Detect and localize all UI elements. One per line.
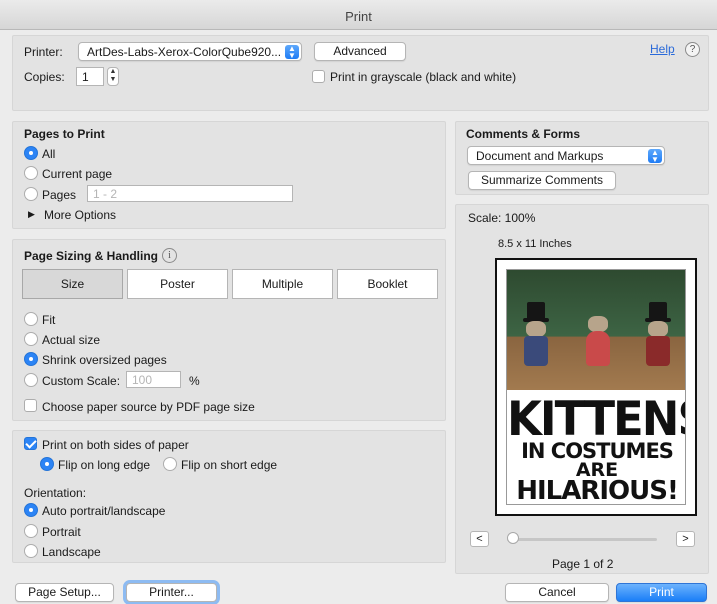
printer-value: ArtDes-Labs-Xerox-ColorQube920...	[87, 45, 282, 59]
poster-line: KITTENS	[507, 390, 685, 447]
page-sizing-panel	[12, 239, 446, 421]
scale-label: Scale: 100%	[468, 211, 536, 225]
printer-select[interactable]: ArtDes-Labs-Xerox-ColorQube920... ▲ ▼	[78, 42, 302, 61]
page-setup-button[interactable]: Page Setup...	[15, 583, 114, 602]
paper-source-checkbox[interactable]	[24, 399, 37, 412]
more-options-label[interactable]: More Options	[44, 208, 116, 222]
help-link[interactable]: Help	[650, 42, 675, 56]
paper-size-label: 8.5 x 11 Inches	[498, 238, 572, 250]
kitten-figure	[519, 302, 553, 374]
copies-input[interactable]: 1	[76, 67, 104, 86]
radio-pages[interactable]	[24, 187, 38, 201]
cancel-button[interactable]: Cancel	[505, 583, 609, 602]
radio-flip-short-edge-label: Flip on short edge	[181, 458, 278, 472]
paper-source-label: Choose paper source by PDF page size	[42, 400, 255, 414]
printer-button[interactable]: Printer...	[126, 583, 217, 602]
pages-range-placeholder: 1 - 2	[93, 187, 118, 201]
page-slider-knob[interactable]	[507, 532, 519, 544]
info-icon[interactable]: i	[162, 248, 177, 263]
radio-auto-orientation[interactable]	[24, 503, 38, 517]
pages-range-input[interactable]: 1 - 2	[87, 185, 293, 202]
radio-flip-short-edge[interactable]	[163, 457, 177, 471]
disclosure-triangle-icon[interactable]: ▶	[28, 209, 35, 220]
popup-arrows-icon: ▲ ▼	[285, 45, 299, 60]
radio-fit-label: Fit	[42, 313, 56, 327]
tab-poster[interactable]: Poster	[127, 269, 228, 299]
radio-auto-orientation-label: Auto portrait/landscape	[42, 504, 166, 518]
radio-all-label: All	[42, 147, 56, 161]
advanced-button[interactable]: Advanced	[314, 42, 406, 61]
radio-shrink-oversized[interactable]	[24, 352, 38, 366]
radio-portrait-label: Portrait	[42, 525, 81, 539]
print-button[interactable]: Print	[616, 583, 707, 602]
comments-forms-select[interactable]: Document and Markups ▲ ▼	[467, 146, 665, 165]
copies-label: Copies:	[24, 70, 65, 84]
page-slider-track[interactable]	[507, 538, 657, 541]
page-sizing-title: Page Sizing & Handling	[24, 249, 159, 263]
next-page-button[interactable]: >	[676, 531, 695, 547]
comments-forms-value: Document and Markups	[476, 149, 604, 163]
kittens-photo	[507, 270, 685, 390]
radio-custom-scale-label: Custom Scale:	[42, 374, 121, 388]
custom-scale-input[interactable]: 100	[126, 371, 181, 388]
radio-pages-label: Pages	[42, 188, 77, 202]
printer-label: Printer:	[24, 45, 63, 59]
radio-current-page[interactable]	[24, 166, 38, 180]
tab-multiple[interactable]: Multiple	[232, 269, 333, 299]
duplex-label: Print on both sides of paper	[42, 438, 189, 452]
tab-size[interactable]: Size	[22, 269, 123, 299]
radio-custom-scale[interactable]	[24, 373, 38, 387]
duplex-checkbox[interactable]	[24, 437, 37, 450]
page-preview: KITTENS IN COSTUMES ARE HILARIOUS!	[495, 258, 697, 516]
orientation-title: Orientation:	[24, 486, 87, 500]
radio-current-page-label: Current page	[42, 167, 113, 181]
title-bar: Print	[0, 0, 717, 30]
radio-landscape-label: Landscape	[42, 545, 101, 559]
grayscale-checkbox[interactable]	[312, 70, 325, 83]
kitten-figure	[641, 302, 675, 374]
summarize-comments-button[interactable]: Summarize Comments	[468, 171, 616, 190]
radio-portrait[interactable]	[24, 524, 38, 538]
previous-page-button[interactable]: <	[470, 531, 489, 547]
radio-shrink-oversized-label: Shrink oversized pages	[42, 353, 167, 367]
pages-to-print-title: Pages to Print	[24, 127, 105, 141]
tab-booklet[interactable]: Booklet	[337, 269, 438, 299]
percent-label: %	[189, 374, 200, 388]
poster-line: HILARIOUS!	[516, 476, 679, 505]
copies-stepper[interactable]: ▲ ▼	[107, 67, 119, 86]
kitten-figure	[581, 302, 615, 374]
radio-all[interactable]	[24, 146, 38, 160]
help-icon[interactable]: ?	[685, 42, 700, 57]
window-title: Print	[345, 9, 372, 24]
radio-actual-size[interactable]	[24, 332, 38, 346]
radio-flip-long-edge[interactable]	[40, 457, 54, 471]
page-indicator: Page 1 of 2	[552, 557, 614, 571]
radio-fit[interactable]	[24, 312, 38, 326]
poster-image: KITTENS IN COSTUMES ARE HILARIOUS!	[506, 269, 686, 505]
radio-flip-long-edge-label: Flip on long edge	[58, 458, 151, 472]
custom-scale-placeholder: 100	[132, 373, 153, 387]
radio-actual-size-label: Actual size	[42, 333, 101, 347]
radio-landscape[interactable]	[24, 544, 38, 558]
copies-value: 1	[82, 70, 89, 84]
popup-arrows-icon: ▲ ▼	[648, 149, 662, 164]
grayscale-label: Print in grayscale (black and white)	[330, 70, 517, 84]
comments-forms-title: Comments & Forms	[466, 127, 581, 141]
